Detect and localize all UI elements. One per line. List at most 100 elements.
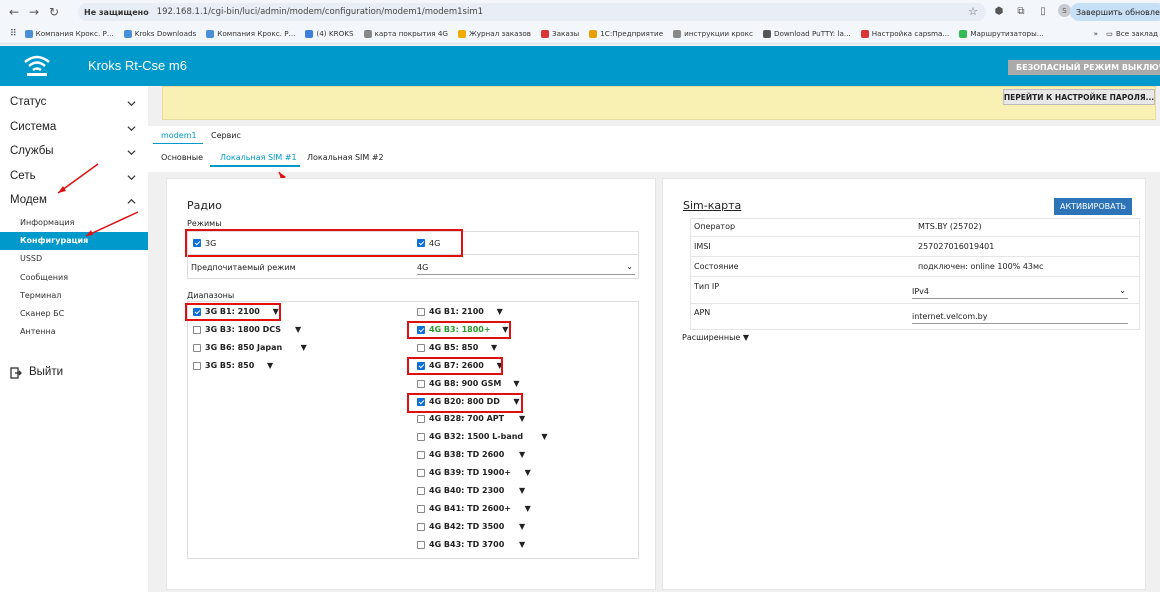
- dropdown-arrow-icon[interactable]: ▼: [295, 325, 301, 334]
- puzzle-icon[interactable]: ⧉: [1014, 4, 1028, 18]
- band-checkbox[interactable]: [417, 451, 425, 460]
- bookmark-item[interactable]: Журнал заказов: [458, 29, 531, 38]
- band-checkbox[interactable]: [417, 504, 425, 513]
- band-label[interactable]: 4G B43: TD 3700: [429, 540, 504, 549]
- bookmark-item[interactable]: Заказы: [540, 29, 579, 38]
- apn-input[interactable]: internet.velcom.by: [912, 312, 1128, 324]
- sidebar-sub-scanner[interactable]: Сканер БС: [20, 309, 64, 318]
- sidebar-sub-terminal[interactable]: Терминал: [20, 291, 61, 300]
- dropdown-arrow-icon[interactable]: ▼: [525, 504, 531, 513]
- dropdown-arrow-icon[interactable]: ▼: [491, 343, 497, 352]
- band-checkbox[interactable]: [417, 540, 425, 549]
- highlight-box: [185, 303, 281, 321]
- band-checkbox[interactable]: [417, 469, 425, 478]
- logout-icon[interactable]: [10, 367, 22, 379]
- back-icon[interactable]: ←: [4, 2, 24, 22]
- band-checkbox[interactable]: [193, 326, 201, 334]
- bookmark-item[interactable]: инструкции крокс: [673, 29, 753, 38]
- band-checkbox[interactable]: [417, 487, 425, 495]
- bands-label: Диапазоны: [187, 291, 235, 300]
- band-checkbox[interactable]: [417, 433, 425, 442]
- dropdown-arrow-icon[interactable]: ▼: [525, 468, 531, 477]
- tab-basic[interactable]: Основные: [161, 153, 203, 162]
- dropdown-arrow-icon[interactable]: ▼: [497, 307, 503, 316]
- radio-panel: Радио Режимы 3G 4G Предпочитаемый режим …: [166, 178, 656, 590]
- apps-icon[interactable]: ⠿: [10, 29, 17, 39]
- pref-mode-select[interactable]: 4G ⌄: [417, 262, 635, 275]
- chevron-down-icon: ⌄: [626, 262, 633, 271]
- forward-icon[interactable]: →: [24, 2, 44, 22]
- activate-button[interactable]: АКТИВИРОВАТЬ: [1054, 198, 1132, 215]
- radio-title: Радио: [187, 199, 222, 212]
- dropdown-arrow-icon[interactable]: ▼: [301, 343, 307, 352]
- band-label[interactable]: 4G B41: TD 2600+: [429, 504, 511, 513]
- tab-sim2[interactable]: Локальная SIM #2: [307, 153, 384, 162]
- dropdown-arrow-icon[interactable]: ▼: [519, 522, 525, 531]
- all-bookmarks[interactable]: Все заклад: [1116, 29, 1158, 38]
- band-label[interactable]: 4G B42: TD 3500: [429, 522, 504, 531]
- band-checkbox[interactable]: [417, 308, 425, 316]
- sim-info-table: Оператор MTS.BY (25702) IMSI 2570270160194…: [690, 218, 1140, 330]
- band-label[interactable]: 4G B5: 850: [429, 343, 478, 352]
- tab-sim1[interactable]: Локальная SIM #1: [220, 153, 297, 162]
- bookmark-item[interactable]: Компания Крокс. Р...: [206, 29, 295, 38]
- bookmark-item[interactable]: карта покрытия 4G: [363, 29, 448, 38]
- band-checkbox[interactable]: [417, 415, 425, 424]
- bookmark-item[interactable]: Kroks Downloads: [123, 29, 196, 38]
- bookmark-item[interactable]: Настройка capsma...: [860, 29, 949, 38]
- bookmark-item[interactable]: Компания Крокс. Р...: [24, 29, 114, 38]
- tab-service[interactable]: Сервис: [211, 131, 241, 140]
- band-checkbox[interactable]: [417, 522, 425, 531]
- app-header: Kroks Rt-Cse m6 БЕЗОПАСНЫЙ РЕЖИМ ВЫКЛЮЧЕ…: [0, 46, 1160, 86]
- band-label[interactable]: 4G B1: 2100: [429, 307, 484, 316]
- bookmark-favicon-icon: [762, 29, 771, 38]
- folder-icon: ▭: [1106, 29, 1113, 38]
- annotation-arrows: [57, 163, 139, 237]
- band-label[interactable]: 4G B32: 1500 L-band: [429, 432, 523, 441]
- reload-icon[interactable]: ↻: [44, 2, 64, 22]
- band-label[interactable]: 4G B8: 900 GSM: [429, 379, 501, 388]
- band-label[interactable]: 4G B28: 700 APT: [429, 414, 504, 423]
- safe-mode-button[interactable]: БЕЗОПАСНЫЙ РЕЖИМ ВЫКЛЮЧЕН: [1008, 60, 1160, 75]
- bookmark-item[interactable]: Download PuTTY: la...: [762, 29, 851, 38]
- password-setup-button[interactable]: ПЕРЕЙТИ К НАСТРОЙКЕ ПАРОЛЯ...: [1003, 89, 1155, 105]
- dropdown-arrow-icon[interactable]: ▼: [519, 414, 525, 423]
- wifi-logo-icon: [24, 55, 50, 76]
- tab-modem1[interactable]: modem1: [161, 131, 197, 140]
- ip-type-select[interactable]: IPv4 ⌄: [912, 286, 1128, 299]
- band-label[interactable]: 4G B40: TD 2300: [429, 486, 504, 495]
- band-checkbox[interactable]: [417, 379, 425, 388]
- dropdown-arrow-icon[interactable]: ▼: [267, 361, 273, 370]
- logout-link[interactable]: Выйти: [29, 366, 63, 378]
- band-label[interactable]: 3G B6: 850 Japan: [205, 343, 282, 352]
- band-checkbox[interactable]: [193, 344, 201, 352]
- sidepanel-icon[interactable]: ▯: [1036, 4, 1050, 18]
- band-label[interactable]: 3G B3: 1800 DCS: [205, 325, 281, 334]
- dropdown-arrow-icon[interactable]: ▼: [513, 379, 519, 388]
- address-bar[interactable]: Не защищено 192.168.1.1/cgi-bin/luci/adm…: [78, 3, 986, 21]
- bookmark-item[interactable]: Маршрутизаторы...: [959, 29, 1044, 38]
- band-label[interactable]: 4G B39: TD 1900+: [429, 468, 511, 477]
- dropdown-arrow-icon[interactable]: ▼: [519, 540, 525, 549]
- band-label[interactable]: 4G B38: TD 2600: [429, 450, 504, 459]
- dropdown-arrow-icon[interactable]: ▼: [519, 486, 525, 495]
- advanced-toggle[interactable]: Расширенные ▼: [682, 333, 749, 342]
- sidebar-sub-antenna[interactable]: Антенна: [20, 327, 56, 336]
- url-text[interactable]: 192.168.1.1/cgi-bin/luci/admin/modem/con…: [157, 7, 483, 17]
- dropdown-arrow-icon[interactable]: ▼: [541, 432, 547, 441]
- browser-toolbar: ← → ↻ Не защищено 192.168.1.1/cgi-bin/lu…: [0, 0, 1160, 24]
- more-bookmarks-icon[interactable]: »: [1094, 29, 1098, 38]
- insecure-badge[interactable]: Не защищено: [84, 8, 149, 17]
- bookmark-star-icon[interactable]: ☆: [968, 5, 978, 18]
- band-checkbox[interactable]: [417, 343, 425, 352]
- bookmark-item[interactable]: 1С:Предприятие: [589, 29, 663, 38]
- band-label[interactable]: 3G B5: 850: [205, 361, 254, 370]
- bookmark-favicon-icon: [206, 29, 215, 38]
- extension-icon[interactable]: ⬢: [992, 4, 1006, 18]
- update-button[interactable]: Завершить обновление: [1070, 3, 1160, 21]
- bookmark-favicon-icon: [589, 29, 598, 38]
- band-checkbox[interactable]: [193, 362, 201, 370]
- dropdown-arrow-icon[interactable]: ▼: [519, 450, 525, 459]
- bookmark-item[interactable]: (4) KROKS: [305, 29, 354, 38]
- sidebar-sub-messages[interactable]: Сообщения: [20, 273, 68, 282]
